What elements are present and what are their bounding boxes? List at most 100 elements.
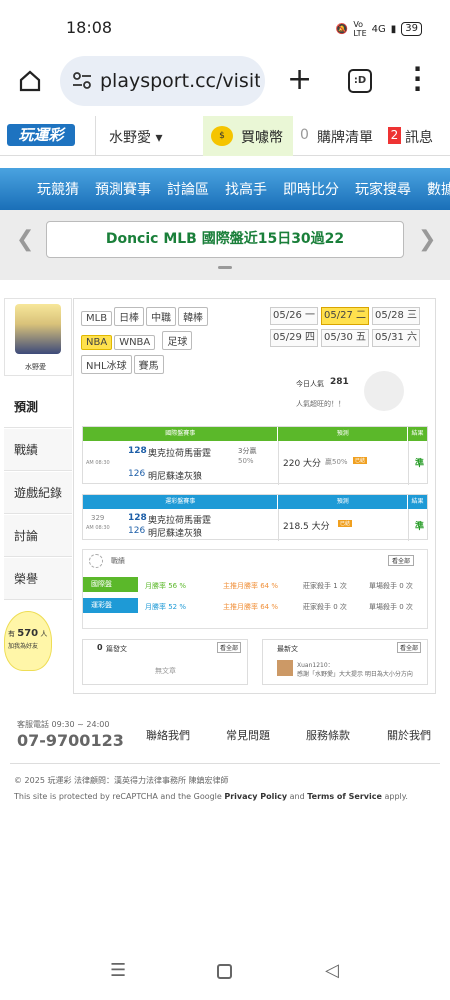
user-menu[interactable]: 水野愛 ▾ [109, 127, 162, 147]
footer-about-link[interactable]: 關於我們 [387, 727, 431, 743]
nav-item-player-search[interactable]: 玩家搜尋 [355, 179, 411, 199]
latest-more-button[interactable]: 看全部 [397, 642, 422, 653]
intl-away-team[interactable]: 明尼蘇達灰狼 [148, 469, 202, 482]
intl-result: 準 [415, 459, 425, 469]
copyright: © 2025 玩運彩 法律顧問：漢英得力法律事務所 陳鎮宏律師 [14, 776, 229, 785]
prediction-panel: MLB 日棒 中職 韓棒 NBA WNBA 足球 NHL冰球 賽馬 05/26 一 05/2… [73, 298, 436, 694]
sidebar-item-honor[interactable]: 榮譽 [4, 558, 72, 600]
footer-contact-link[interactable]: 聯絡我們 [146, 727, 190, 743]
mascot-image [364, 371, 404, 411]
league-nba[interactable]: NBA [81, 335, 113, 350]
signal-icon: 4G [371, 23, 386, 35]
url-text: playsport.cc/visit [100, 70, 260, 92]
league-horse[interactable]: 賽馬 [133, 355, 164, 374]
back-icon[interactable]: ◁ [325, 960, 339, 981]
profile-sidebar: 水野愛 預測 戰績 遊戲紀錄 討論 榮譽 有 570 人 加我為好友 [4, 298, 72, 688]
system-nav-bar: ☰ ◁ [0, 950, 450, 1000]
nav-item-livescore[interactable]: 即時比分 [283, 179, 339, 199]
volte-icon: Vo LTE [353, 20, 367, 38]
tw-games-table: 運彩盤賽事 預測 結果 329 AM 08:30 128 奧克拉荷馬雷霆 126… [82, 494, 428, 541]
home-icon[interactable] [18, 69, 42, 93]
browser-toolbar: playsport.cc/visit + :D · · · [0, 52, 450, 112]
site-settings-icon[interactable] [72, 72, 92, 90]
menu-icon[interactable]: · · · [413, 57, 422, 101]
mute-icon: 🔕 [335, 23, 349, 35]
nav-item-data[interactable]: 數據 [427, 179, 450, 199]
url-bar[interactable]: playsport.cc/visit [60, 56, 265, 106]
settled-badge: 已結 [353, 457, 368, 464]
terms-link[interactable]: Terms of Service [307, 792, 382, 801]
profile-card: 水野愛 [4, 298, 72, 376]
posts-panel: 0 篇發文 看全部 無文章 [82, 639, 248, 685]
profile-name: 水野愛 [25, 363, 46, 371]
chevron-right-icon[interactable]: ❯ [418, 227, 436, 252]
league-kbo[interactable]: 韓棒 [178, 307, 209, 326]
date-0527[interactable]: 05/27 二 [321, 307, 369, 325]
chevron-left-icon[interactable]: ❮ [16, 227, 34, 252]
carousel-indicator [218, 266, 232, 269]
messages-link[interactable]: 訊息 [405, 127, 433, 147]
record-icon [89, 554, 103, 568]
intl-pick: 220 大分 [283, 459, 322, 469]
latest-posts-panel: 最新文 看全部 Xuan1210： 感謝「水野愛」大大提示 明日為大小分方向 [262, 639, 428, 685]
recaptcha-notice: This site is protected by reCAPTCHA and … [14, 792, 408, 801]
fans-bulb[interactable]: 有 570 人 加我為好友 [4, 611, 52, 671]
clock: 18:08 [66, 18, 113, 37]
nav-item-experts[interactable]: 找高手 [225, 179, 267, 199]
home-nav-icon[interactable] [217, 964, 232, 979]
cart-link[interactable]: 購牌清單 [317, 127, 373, 147]
battery-icon: 39 [401, 22, 422, 36]
footer-terms-link[interactable]: 服務條款 [306, 727, 350, 743]
intl-home-team[interactable]: 奧克拉荷馬雷霆 [148, 446, 211, 459]
league-cpbl[interactable]: 中職 [146, 307, 177, 326]
tab-switcher-button[interactable]: :D [348, 69, 372, 93]
status-bar: 18:08 🔕 Vo LTE 4G ▮ 39 [0, 0, 450, 52]
popularity-value: 281 [330, 377, 349, 387]
record-panel: 戰績 看全部 國際盤 月勝率 56 % 主推月勝率 64 % 莊家殺手 1 次 … [82, 549, 428, 629]
sidebar-item-game-log[interactable]: 遊戲紀錄 [4, 472, 72, 514]
league-wnba[interactable]: WNBA [114, 335, 156, 350]
ticker-item[interactable]: Doncic MLB 國際盤近15日30過22 [46, 221, 404, 258]
nav-item-forum[interactable]: 討論區 [167, 179, 209, 199]
posts-more-button[interactable]: 看全部 [217, 642, 242, 653]
service-phone[interactable]: 07-9700123 [17, 731, 124, 750]
reply-avatar [277, 660, 293, 676]
nav-item-guess[interactable]: 玩競猜 [37, 179, 79, 199]
new-tab-icon[interactable]: + [287, 62, 312, 97]
site-footer: 客服電話 09:30 ~ 24:00 07-9700123 聯絡我們 常見問題 … [0, 700, 450, 950]
date-0528[interactable]: 05/28 三 [372, 307, 420, 325]
tw-home-team[interactable]: 奧克拉荷馬雷霆 [148, 513, 211, 526]
sidebar-item-record[interactable]: 戰績 [4, 429, 72, 471]
avatar[interactable] [15, 304, 61, 354]
reply-text[interactable]: 感謝「水野愛」大大提示 明日為大小分方向 [297, 669, 425, 678]
nav-item-predict[interactable]: 預測賽事 [95, 179, 151, 199]
date-0529[interactable]: 05/29 四 [270, 329, 318, 347]
league-mlb[interactable]: MLB [81, 311, 113, 326]
main-nav: 玩競猜 預測賽事 討論區 找高手 即時比分 玩家搜尋 數據 [0, 168, 450, 210]
date-0526[interactable]: 05/26 一 [270, 307, 318, 325]
fans-count: 570 [17, 628, 39, 639]
tw-pick: 218.5 大分 [283, 522, 330, 532]
league-npb[interactable]: 日棒 [114, 307, 145, 326]
league-nhl[interactable]: NHL冰球 [81, 355, 132, 374]
tw-away-team[interactable]: 明尼蘇達灰狼 [148, 526, 202, 539]
privacy-link[interactable]: Privacy Policy [224, 792, 287, 801]
sidebar-item-discussion[interactable]: 討論 [4, 515, 72, 557]
footer-faq-link[interactable]: 常見問題 [226, 727, 270, 743]
record-more-button[interactable]: 看全部 [388, 555, 415, 566]
coin-icon: $ [211, 126, 233, 146]
cart-count: 0 [300, 127, 309, 143]
coin-button[interactable]: $ 買噱幣 [203, 116, 293, 156]
date-0531[interactable]: 05/31 六 [372, 329, 420, 347]
league-tabs: MLB 日棒 中職 韓棒 NBA WNBA 足球 NHL冰球 賽馬 [81, 306, 221, 378]
ticker-banner: ❮ Doncic MLB 國際盤近15日30過22 ❯ [0, 210, 450, 280]
site-header: 玩運彩 水野愛 ▾ $ 買噱幣 0 購牌清單 2 訊息 [0, 116, 450, 156]
sidebar-item-predict[interactable]: 預測 [4, 386, 72, 428]
league-soccer[interactable]: 足球 [162, 331, 193, 350]
wifi-icon: ▮ [390, 23, 397, 35]
recents-icon[interactable]: ☰ [110, 960, 126, 981]
tw-result: 準 [415, 522, 425, 532]
intl-games-table: 國際盤賽事 預測 結果 AM 08:30 128 奧克拉荷馬雷霆 126 明尼蘇… [82, 426, 428, 485]
site-logo[interactable]: 玩運彩 [7, 124, 75, 146]
date-0530[interactable]: 05/30 五 [321, 329, 369, 347]
